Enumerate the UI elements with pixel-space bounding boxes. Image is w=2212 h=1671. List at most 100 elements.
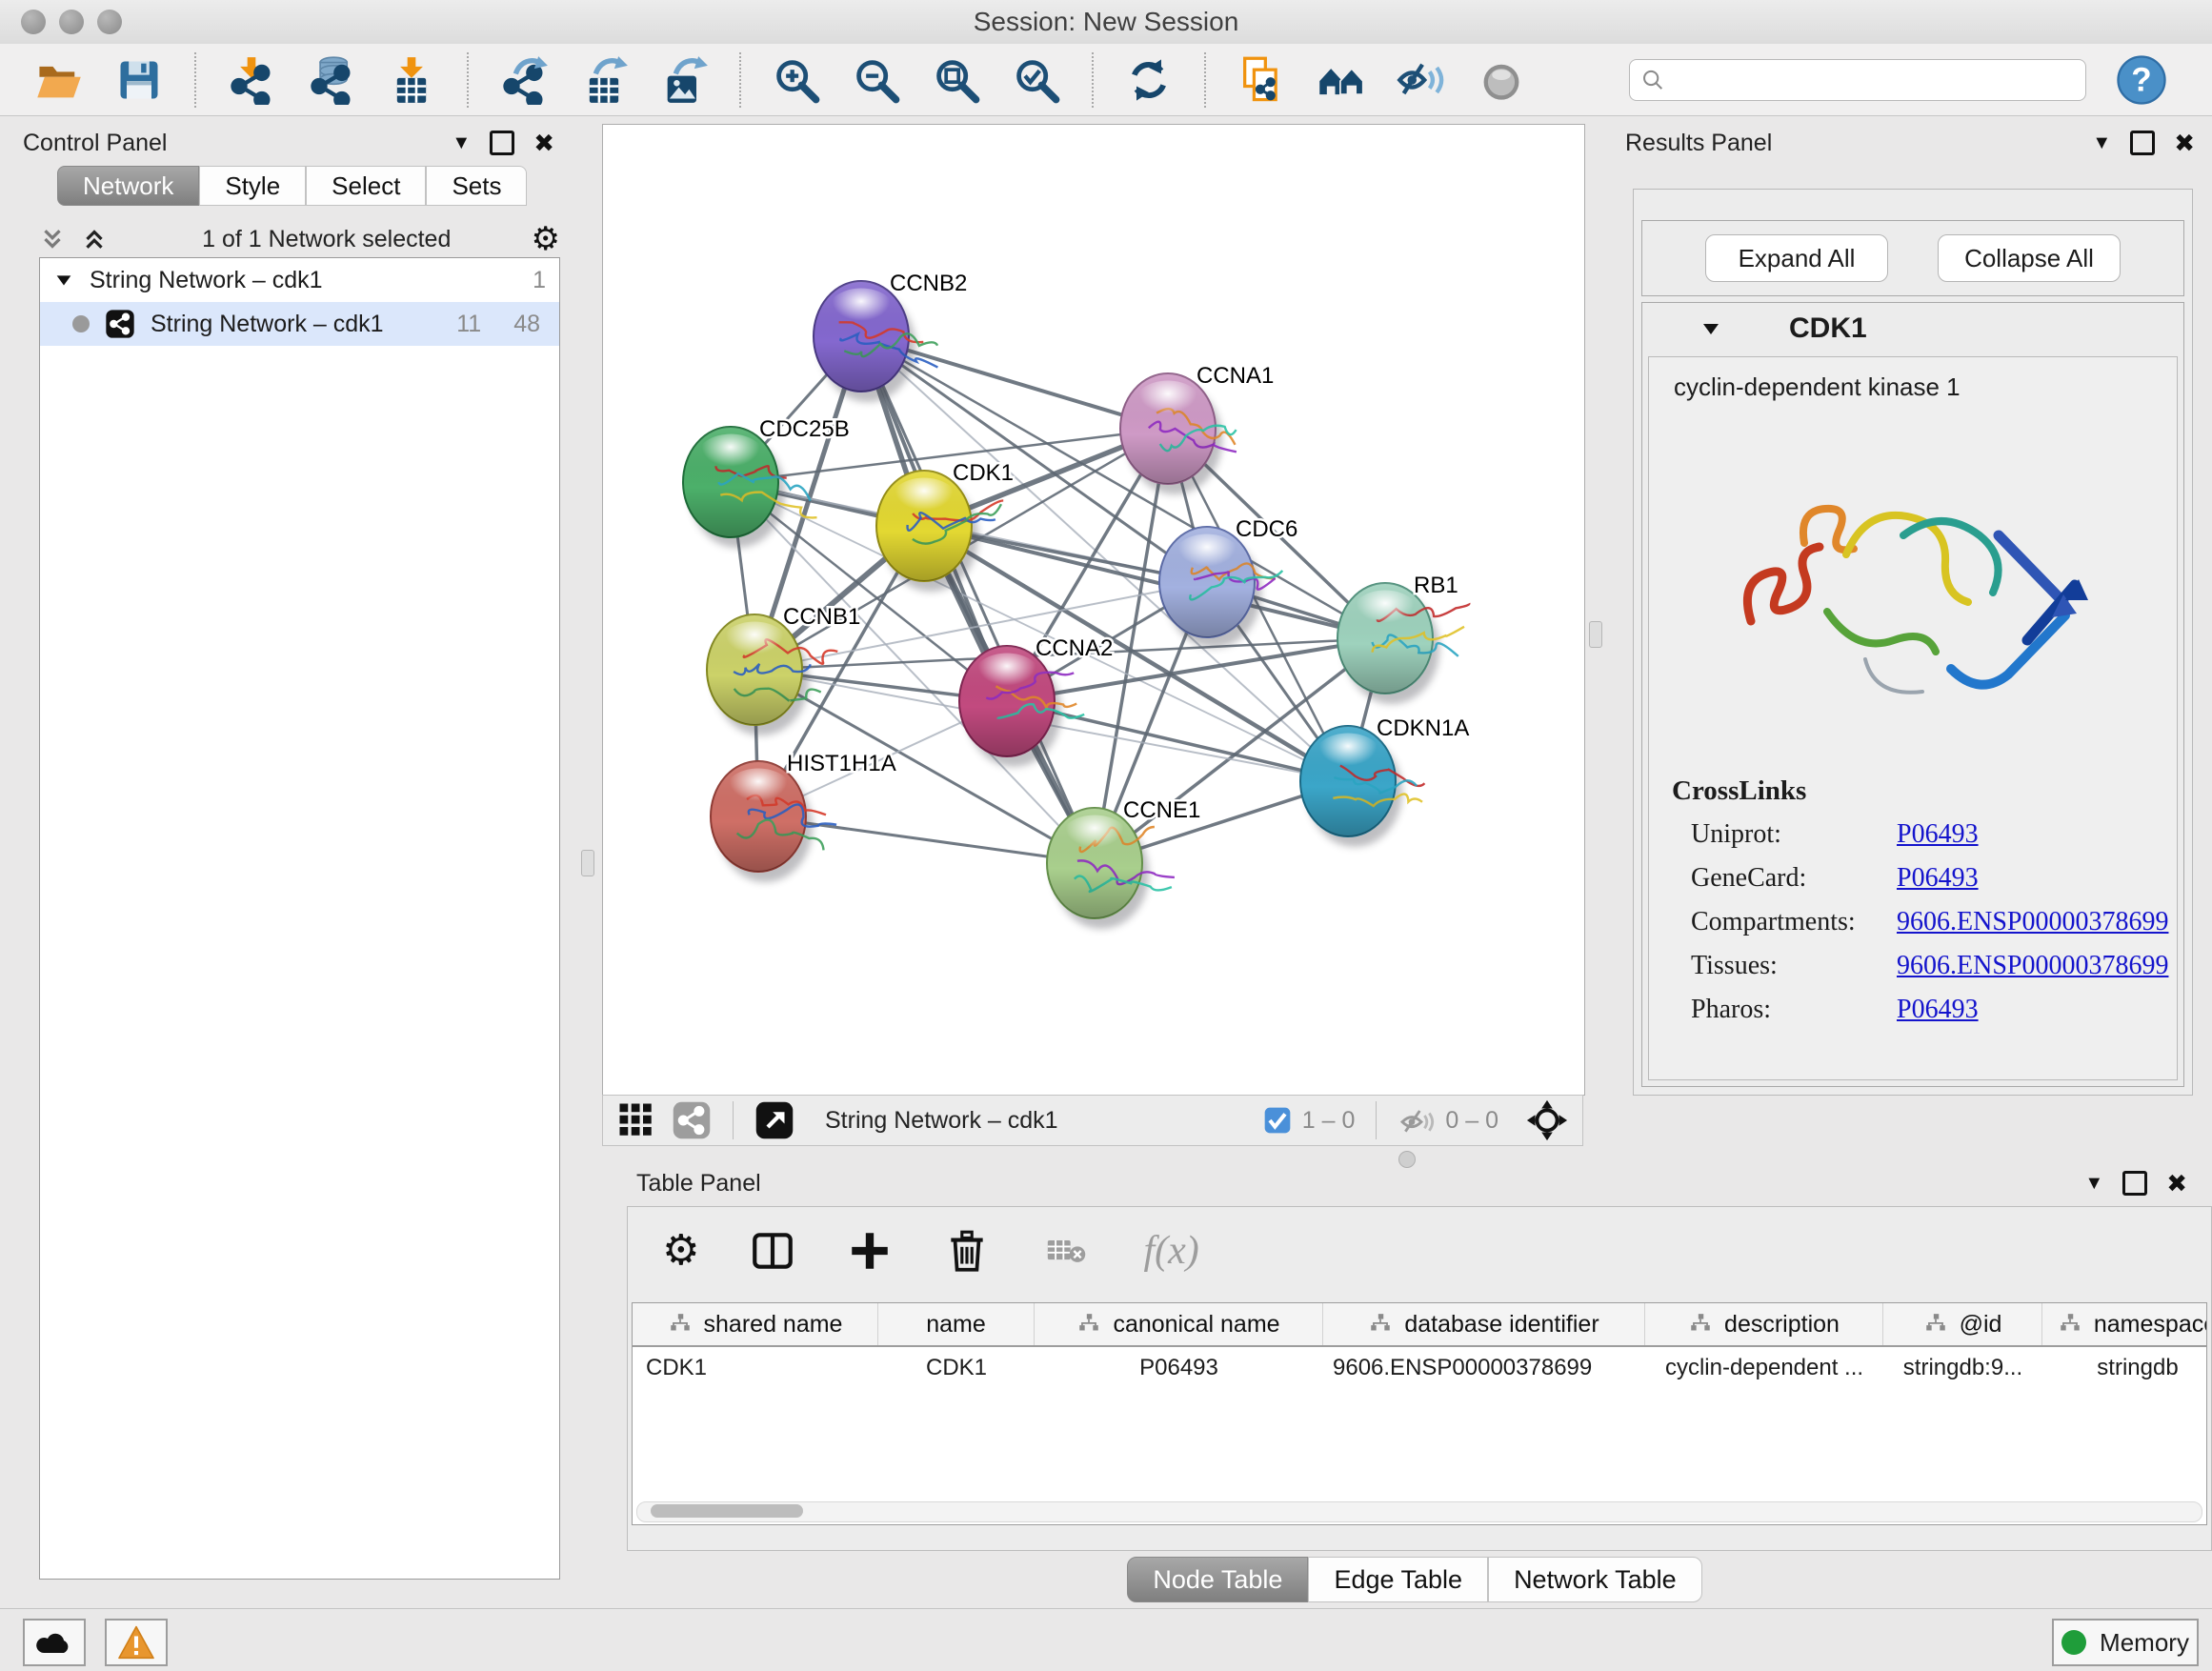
right-splitter-handle[interactable] — [1589, 621, 1602, 648]
hidden-eye-icon[interactable] — [1398, 1101, 1436, 1139]
cell-description[interactable]: cyclin-dependent ... — [1645, 1355, 1883, 1381]
grid-view-icon[interactable] — [616, 1100, 656, 1140]
crosslink-link[interactable]: P06493 — [1897, 819, 1979, 850]
zoom-out-button[interactable] — [850, 53, 903, 107]
column-header-5[interactable]: @id — [1883, 1303, 2042, 1345]
network-node-hist1h1a[interactable]: HIST1H1A — [711, 751, 896, 882]
network-node-cdk1[interactable]: CDK1 — [876, 460, 1014, 592]
hide-selected-button[interactable] — [1395, 53, 1448, 107]
collapse-all-icon[interactable] — [80, 225, 109, 253]
import-network-database-button[interactable] — [305, 53, 358, 107]
warnings-button[interactable] — [105, 1619, 168, 1666]
network-collection-row[interactable]: String Network – cdk1 1 — [40, 258, 559, 302]
table-settings-gear-icon[interactable]: ⚙ — [662, 1230, 699, 1272]
network-node-rb1[interactable]: RB1 — [1337, 573, 1469, 704]
zoom-in-button[interactable] — [770, 53, 823, 107]
birds-eye-view-icon[interactable] — [754, 1100, 794, 1140]
panel-menu-icon[interactable]: ▼ — [2084, 1173, 2103, 1195]
tab-network-table[interactable]: Network Table — [1488, 1557, 1702, 1602]
network-node-ccne1[interactable]: CCNE1 — [1047, 797, 1200, 929]
collapse-all-button[interactable]: Collapse All — [1938, 234, 2121, 282]
fit-selected-crosshair-icon[interactable] — [1525, 1098, 1569, 1142]
crosslink-row: Uniprot: P06493 — [1649, 813, 2177, 856]
expand-all-button[interactable]: Expand All — [1705, 234, 1888, 282]
panel-close-icon[interactable]: ✖ — [2166, 1169, 2187, 1198]
column-header-6[interactable]: namespace — [2042, 1303, 2207, 1345]
network-edge[interactable] — [861, 336, 1095, 863]
main-toolbar: ? — [0, 44, 2212, 116]
search-box[interactable] — [1629, 59, 2086, 101]
search-input[interactable] — [1664, 66, 2074, 94]
first-neighbors-button[interactable] — [1315, 53, 1368, 107]
tab-sets[interactable]: Sets — [426, 166, 527, 206]
network-node-ccna1[interactable]: CCNA1 — [1120, 363, 1274, 494]
cell-canonical-name[interactable]: P06493 — [1035, 1355, 1323, 1381]
toolbar-separator — [1204, 52, 1206, 108]
show-columns-icon[interactable] — [749, 1227, 796, 1275]
column-header-0[interactable]: shared name — [633, 1303, 878, 1345]
cell-shared-name[interactable]: CDK1 — [633, 1355, 878, 1381]
network-row-selected[interactable]: String Network – cdk1 11 48 — [40, 302, 559, 346]
entry-collapse-icon[interactable] — [1699, 317, 1722, 340]
column-header-1[interactable]: name — [878, 1303, 1035, 1345]
panel-menu-icon[interactable]: ▼ — [452, 132, 471, 154]
help-button[interactable]: ? — [2115, 53, 2168, 107]
save-session-button[interactable] — [112, 53, 166, 107]
network-view-icon[interactable] — [672, 1100, 712, 1140]
open-session-button[interactable] — [32, 53, 86, 107]
table-horizontal-scrollbar[interactable] — [636, 1501, 2202, 1522]
tree-expand-icon[interactable] — [53, 270, 74, 291]
network-canvas[interactable]: CCNB2 CCNA1 CDC25B CDK1 CDC6 RB1 CCNB1 C… — [602, 124, 1585, 1096]
export-network-button[interactable] — [497, 53, 551, 107]
crosslink-link[interactable]: 9606.ENSP00000378699 — [1897, 907, 2168, 937]
panel-float-icon[interactable] — [2130, 131, 2155, 155]
show-all-button[interactable] — [1475, 53, 1528, 107]
network-node-cdkn1a[interactable]: CDKN1A — [1300, 715, 1469, 847]
node-label: CDC25B — [759, 416, 850, 442]
network-node-ccna2[interactable]: CCNA2 — [959, 635, 1113, 767]
import-table-file-button[interactable] — [385, 53, 438, 107]
crosslink-link[interactable]: P06493 — [1897, 863, 1979, 894]
cell-namespace[interactable]: stringdb — [2042, 1355, 2207, 1381]
export-image-button[interactable] — [657, 53, 711, 107]
network-selection-status: 1 of 1 Network selected — [122, 226, 532, 253]
cloud-button[interactable] — [23, 1619, 86, 1666]
expand-all-icon[interactable] — [38, 225, 67, 253]
tab-network[interactable]: Network — [57, 166, 199, 206]
tab-style[interactable]: Style — [199, 166, 306, 206]
memory-button[interactable]: Memory — [2052, 1619, 2199, 1666]
column-header-2[interactable]: canonical name — [1035, 1303, 1323, 1345]
zoom-selected-button[interactable] — [1010, 53, 1063, 107]
node-table[interactable]: shared namenamecanonical namedatabase id… — [632, 1302, 2207, 1525]
panel-close-icon[interactable]: ✖ — [2174, 129, 2195, 158]
export-table-button[interactable] — [577, 53, 631, 107]
cell-@id[interactable]: stringdb:9... — [1883, 1355, 2042, 1381]
network-node-ccnb2[interactable]: CCNB2 — [814, 271, 967, 402]
network-edge[interactable] — [924, 526, 1385, 638]
column-header-3[interactable]: database identifier — [1323, 1303, 1645, 1345]
tab-select[interactable]: Select — [306, 166, 426, 206]
cell-name[interactable]: CDK1 — [878, 1355, 1035, 1381]
import-network-file-button[interactable] — [225, 53, 278, 107]
selected-checkbox-icon[interactable] — [1262, 1105, 1293, 1136]
gear-icon[interactable]: ⚙ — [532, 223, 560, 255]
delete-column-trash-icon[interactable] — [943, 1227, 991, 1275]
crosslink-link[interactable]: P06493 — [1897, 995, 1979, 1025]
zoom-selected-icon — [1012, 55, 1061, 105]
network-node-cdc6[interactable]: CDC6 — [1159, 516, 1297, 648]
apply-layout-button[interactable] — [1122, 53, 1176, 107]
new-network-from-selection-button[interactable] — [1235, 53, 1288, 107]
panel-float-icon[interactable] — [490, 131, 514, 155]
panel-menu-icon[interactable]: ▼ — [2092, 132, 2111, 154]
column-header-4[interactable]: description — [1645, 1303, 1883, 1345]
node-count: 11 — [456, 311, 481, 338]
tab-edge-table[interactable]: Edge Table — [1308, 1557, 1488, 1602]
panel-close-icon[interactable]: ✖ — [533, 129, 554, 158]
create-column-plus-icon[interactable] — [846, 1227, 894, 1275]
crosslink-link[interactable]: 9606.ENSP00000378699 — [1897, 951, 2168, 981]
left-splitter-handle[interactable] — [581, 850, 594, 876]
cell-database-identifier[interactable]: 9606.ENSP00000378699 — [1323, 1355, 1645, 1381]
panel-float-icon[interactable] — [2122, 1171, 2147, 1196]
zoom-fit-button[interactable] — [930, 53, 983, 107]
tab-node-table[interactable]: Node Table — [1127, 1557, 1308, 1602]
